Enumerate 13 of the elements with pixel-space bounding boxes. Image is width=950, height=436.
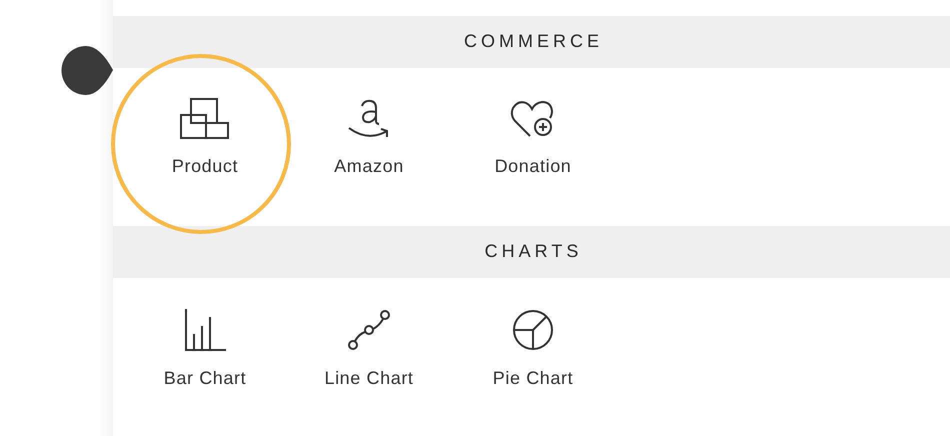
block-option[interactable]: Donation: [451, 68, 615, 226]
block-option[interactable]: Amazon: [287, 68, 451, 226]
block-option[interactable]: Line Chart: [287, 278, 451, 436]
section-title: CHARTS: [484, 241, 582, 262]
line-chart-icon: [347, 308, 391, 352]
section-title: COMMERCE: [463, 31, 603, 52]
block-option[interactable]: Product: [123, 68, 287, 226]
boxes-icon: [180, 98, 230, 140]
bar-chart-icon: [183, 308, 227, 352]
pie-chart-icon: [511, 308, 555, 352]
block-option[interactable]: Pie Chart: [451, 278, 615, 436]
block-option[interactable]: Bar Chart: [123, 278, 287, 436]
pin-marker-icon: [60, 45, 114, 97]
